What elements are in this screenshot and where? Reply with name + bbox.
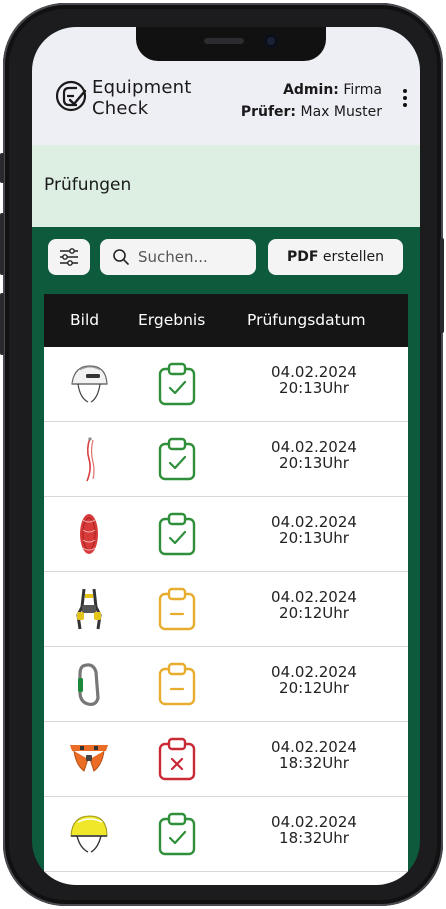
date-value: 04.02.2024 xyxy=(271,513,357,531)
mute-switch xyxy=(0,153,4,183)
page-title: Prüfungen xyxy=(44,175,132,195)
table-row[interactable]: 04.02.2024 20:13Uhr xyxy=(44,422,408,497)
time-value: 20:13Uhr xyxy=(279,379,349,397)
harness-orange-image xyxy=(66,735,112,783)
inspection-date: 04.02.2024 18:32Uhr xyxy=(244,739,384,771)
sliders-icon xyxy=(60,248,78,266)
admin-value: Firma xyxy=(343,82,382,98)
table-body: 04.02.2024 20:13Uhr 04.02.2024 20:13Uhr 04.0… xyxy=(44,347,408,872)
clipboard-check-icon xyxy=(157,436,197,482)
time-value: 20:13Uhr xyxy=(279,454,349,472)
volume-up-button xyxy=(0,213,4,275)
inspection-date: 04.02.2024 20:12Uhr xyxy=(244,589,384,621)
clipboard-check-icon xyxy=(157,361,197,407)
cord-red-image xyxy=(66,435,112,483)
inspection-date: 04.02.2024 20:12Uhr xyxy=(244,664,384,696)
equipment-check-logo-icon xyxy=(55,80,87,112)
date-value: 04.02.2024 xyxy=(271,813,357,831)
pruefer-value: Max Muster xyxy=(300,104,383,120)
admin-info: Admin: Firma xyxy=(241,79,382,101)
carabiner-grey-image xyxy=(66,660,112,708)
toolbar: PDF erstellen xyxy=(32,239,420,277)
brand-name: Equipment Check xyxy=(92,77,192,119)
clipboard-check-icon xyxy=(157,511,197,557)
time-value: 18:32Uhr xyxy=(279,754,349,772)
inspection-table: Bild Ergebnis Prüfungsdatum 04.02.2024 20… xyxy=(44,294,408,885)
page-title-bar: Prüfungen xyxy=(32,145,420,227)
date-value: 04.02.2024 xyxy=(271,438,357,456)
helmet-white-image xyxy=(66,360,112,408)
notch xyxy=(136,27,326,61)
power-button xyxy=(440,238,444,333)
table-row[interactable]: 04.02.2024 18:32Uhr xyxy=(44,722,408,797)
clipboard-check-icon xyxy=(157,811,197,857)
rope-red-image xyxy=(66,510,112,558)
column-header-ergebnis[interactable]: Ergebnis xyxy=(138,311,205,329)
date-value: 04.02.2024 xyxy=(271,738,357,756)
pruefer-info: Prüfer: Max Muster xyxy=(241,101,382,123)
volume-down-button xyxy=(0,293,4,355)
date-value: 04.02.2024 xyxy=(271,588,357,606)
search-box[interactable] xyxy=(100,239,256,275)
table-row[interactable]: 04.02.2024 20:13Uhr xyxy=(44,347,408,422)
search-icon xyxy=(113,249,129,265)
time-value: 18:32Uhr xyxy=(279,829,349,847)
admin-label: Admin: xyxy=(283,82,339,98)
helmet-yellow-image xyxy=(66,810,112,858)
search-input[interactable] xyxy=(138,239,250,275)
filter-button[interactable] xyxy=(48,239,90,275)
brand-line1: Equipment xyxy=(92,77,192,98)
screen: Equipment Check Admin: Firma Prüfer: Max… xyxy=(32,27,420,885)
user-info: Admin: Firma Prüfer: Max Muster xyxy=(241,79,382,123)
inspection-date: 04.02.2024 20:13Uhr xyxy=(244,439,384,471)
date-value: 04.02.2024 xyxy=(271,363,357,381)
speaker xyxy=(204,38,244,44)
more-menu-icon[interactable] xyxy=(402,89,408,111)
time-value: 20:12Uhr xyxy=(279,679,349,697)
table-row[interactable]: 04.02.2024 20:12Uhr xyxy=(44,647,408,722)
pruefer-label: Prüfer: xyxy=(240,104,297,120)
date-value: 04.02.2024 xyxy=(271,663,357,681)
inspection-date: 04.02.2024 20:13Uhr xyxy=(244,364,384,396)
clipboard-minus-icon xyxy=(157,661,197,707)
clipboard-minus-icon xyxy=(157,586,197,632)
phone-frame: Equipment Check Admin: Firma Prüfer: Max… xyxy=(0,3,444,906)
time-value: 20:13Uhr xyxy=(279,529,349,547)
front-camera xyxy=(264,34,278,48)
table-header: Bild Ergebnis Prüfungsdatum xyxy=(44,294,408,347)
time-value: 20:12Uhr xyxy=(279,604,349,622)
inspection-date: 04.02.2024 18:32Uhr xyxy=(244,814,384,846)
brand-line2: Check xyxy=(92,98,149,119)
column-header-pruefungsdatum[interactable]: Prüfungsdatum xyxy=(247,311,366,329)
table-row[interactable]: 04.02.2024 20:13Uhr xyxy=(44,497,408,572)
table-row[interactable]: 04.02.2024 18:32Uhr xyxy=(44,797,408,872)
inspection-date: 04.02.2024 20:13Uhr xyxy=(244,514,384,546)
clipboard-x-icon xyxy=(157,736,197,782)
harness-yellow-image xyxy=(66,585,112,633)
pdf-export-button[interactable]: PDF erstellen xyxy=(268,239,403,275)
pdf-label-rest: erstellen xyxy=(318,249,384,265)
column-header-bild[interactable]: Bild xyxy=(70,311,99,329)
pdf-label-bold: PDF xyxy=(287,249,319,265)
table-row[interactable]: 04.02.2024 20:12Uhr xyxy=(44,572,408,647)
